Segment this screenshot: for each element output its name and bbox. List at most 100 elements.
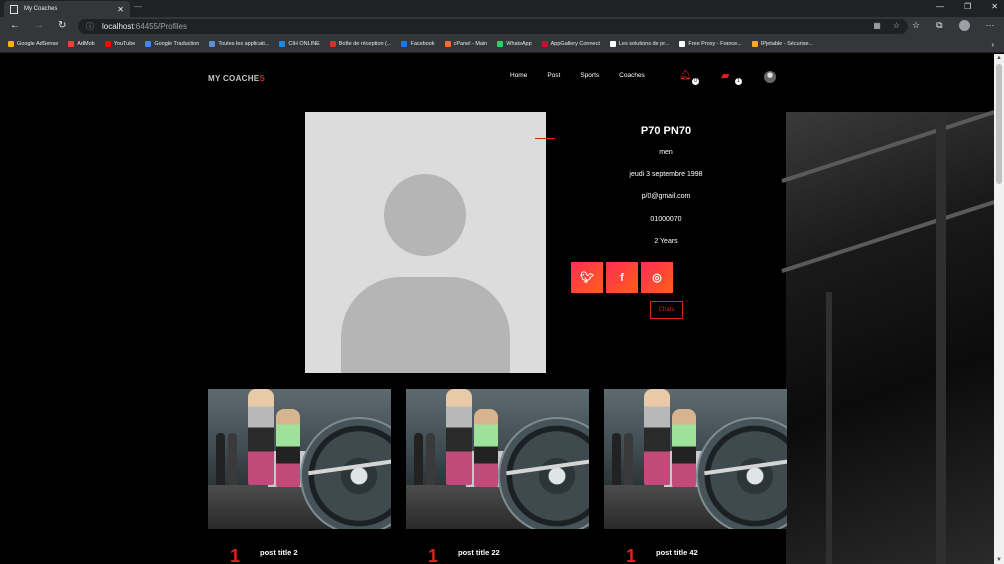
bookmark-label: Free Proxy - France... bbox=[688, 41, 742, 47]
back-icon[interactable]: ← bbox=[10, 20, 20, 31]
post-card[interactable]: 1 post title 2 bbox=[208, 389, 391, 564]
profile-birthdate: jeudi 3 septembre 1998 bbox=[629, 171, 703, 178]
gym-background-image bbox=[781, 105, 994, 564]
message-badge: 1 bbox=[735, 78, 742, 85]
profile-name: P70 PN70 bbox=[640, 125, 692, 137]
post-title[interactable]: post title 2 bbox=[260, 548, 298, 557]
facebook-button[interactable]: f bbox=[606, 262, 638, 293]
post-image[interactable] bbox=[406, 389, 589, 529]
more-bookmarks-icon[interactable]: › bbox=[991, 40, 994, 49]
scroll-thumb[interactable] bbox=[996, 64, 1002, 184]
nav-sports[interactable]: Sports bbox=[580, 72, 599, 79]
bookmark-favicon-icon bbox=[444, 41, 451, 47]
browser-profile-avatar[interactable] bbox=[958, 20, 970, 31]
url-input[interactable]: ⓘ localhost :64455/Profiles ▦ ☆ bbox=[78, 19, 908, 34]
more-menu-icon[interactable]: ··· bbox=[986, 20, 995, 31]
nav-post[interactable]: Post bbox=[547, 72, 560, 79]
bookmark-label: WhatsApp bbox=[506, 41, 532, 47]
url-path: :64455/Profiles bbox=[133, 22, 187, 31]
bookmark-item[interactable]: YouTube bbox=[104, 41, 135, 47]
logo-accent: S bbox=[259, 74, 266, 83]
new-tab-button[interactable]: — bbox=[134, 2, 142, 11]
bookmark-favicon-icon bbox=[679, 41, 686, 47]
bookmark-item[interactable]: Facebook bbox=[401, 41, 435, 47]
bookmark-favicon-icon bbox=[541, 41, 548, 47]
bookmark-favicon-icon bbox=[279, 41, 286, 47]
tab-my-coaches[interactable]: My Coaches ✕ bbox=[4, 1, 130, 17]
main-nav: Home Post Sports Coaches bbox=[510, 72, 645, 79]
bookmark-favicon-icon bbox=[68, 41, 75, 47]
bookmark-item[interactable]: WhatsApp bbox=[497, 41, 532, 47]
bookmark-label: Boîte de réception (... bbox=[338, 41, 392, 47]
read-aloud-icon[interactable]: ▦ bbox=[873, 21, 881, 30]
message-icon[interactable]: ▰ bbox=[721, 69, 729, 82]
nav-coaches[interactable]: Coaches bbox=[619, 72, 645, 79]
bookmark-favicon-icon bbox=[104, 41, 111, 47]
bookmark-item[interactable]: CIH ONLINE bbox=[279, 41, 320, 47]
profile-gender: men bbox=[659, 149, 673, 156]
forward-icon[interactable]: → bbox=[34, 20, 44, 31]
bookmark-favicon-icon bbox=[145, 41, 152, 47]
close-window-icon[interactable]: ✕ bbox=[991, 2, 998, 11]
bookmark-item[interactable]: cPanel - Main bbox=[444, 41, 487, 47]
site-logo[interactable]: MY COACHES bbox=[208, 74, 265, 83]
tab-title: My Coaches bbox=[24, 6, 58, 12]
favorite-star-icon[interactable]: ☆ bbox=[893, 21, 900, 30]
post-card[interactable]: 1 post title 42 bbox=[604, 389, 787, 564]
twitter-button[interactable]: 🐦︎ bbox=[571, 262, 603, 293]
bookmark-label: AdMob bbox=[77, 41, 95, 47]
bookmark-item[interactable]: AppGallery Connect bbox=[541, 41, 600, 47]
address-bar-row: ← → ↻ ⓘ localhost :64455/Profiles ▦ ☆ ☆ … bbox=[0, 17, 1004, 36]
bookmark-label: CIH ONLINE bbox=[288, 41, 320, 47]
post-title[interactable]: post title 22 bbox=[458, 548, 500, 557]
post-number: 1 bbox=[428, 546, 439, 564]
bookmark-label: AppGallery Connect bbox=[550, 41, 600, 47]
bookmark-label: Les solutions de pr... bbox=[618, 41, 670, 47]
post-card[interactable]: 1 post title 22 bbox=[406, 389, 589, 564]
url-host: localhost bbox=[102, 22, 134, 31]
bookmark-favicon-icon bbox=[8, 41, 14, 47]
post-title[interactable]: post title 42 bbox=[656, 548, 698, 557]
instagram-icon: ◎ bbox=[652, 272, 662, 284]
page-scrollbar[interactable]: ▲ ▼ bbox=[994, 54, 1004, 564]
profile-phone: 01000070 bbox=[650, 216, 682, 223]
nav-buttons: ← → ↻ bbox=[10, 20, 66, 31]
close-tab-icon[interactable]: ✕ bbox=[117, 5, 124, 14]
bookmark-label: Toutes les applicati... bbox=[218, 41, 270, 47]
bookmark-favicon-icon bbox=[209, 41, 216, 47]
profile-experience: 2 Years bbox=[654, 238, 678, 245]
bookmark-item[interactable]: IPjetable - Sécurise... bbox=[751, 41, 813, 47]
collections-icon[interactable]: ⧉ bbox=[936, 20, 942, 31]
url-actions: ▦ ☆ bbox=[873, 21, 900, 30]
favorites-icon[interactable]: ☆ bbox=[912, 20, 920, 31]
bookmark-item[interactable]: AdMob bbox=[68, 41, 95, 47]
minimize-icon[interactable]: — bbox=[936, 2, 944, 11]
page-icon bbox=[10, 4, 18, 14]
facebook-icon: f bbox=[620, 271, 624, 284]
bookmark-item[interactable]: Les solutions de pr... bbox=[609, 41, 670, 47]
bookmark-item[interactable]: Free Proxy - France... bbox=[679, 41, 742, 47]
bookmark-item[interactable]: Google AdSense bbox=[8, 41, 58, 47]
bookmark-item[interactable]: Google Traduction bbox=[145, 41, 199, 47]
post-image[interactable] bbox=[208, 389, 391, 529]
logo-text: MY COACHE bbox=[208, 74, 260, 83]
bell-icon[interactable]: 🔔︎ bbox=[679, 70, 692, 81]
chats-button[interactable]: Chats bbox=[650, 301, 683, 319]
post-image[interactable] bbox=[604, 389, 787, 529]
bookmark-favicon-icon bbox=[751, 41, 758, 47]
bookmark-item[interactable]: Boîte de réception (... bbox=[329, 41, 392, 47]
user-avatar[interactable] bbox=[764, 71, 776, 83]
profile-photo bbox=[305, 112, 546, 373]
scroll-up-icon[interactable]: ▲ bbox=[996, 55, 1002, 61]
restore-icon[interactable]: ❐ bbox=[964, 2, 971, 11]
nav-home[interactable]: Home bbox=[510, 72, 527, 79]
instagram-button[interactable]: ◎ bbox=[641, 262, 673, 293]
bookmark-label: Google AdSense bbox=[17, 41, 59, 47]
site-info-icon[interactable]: ⓘ bbox=[86, 21, 94, 32]
bookmark-favicon-icon bbox=[401, 41, 408, 47]
notification-badge: 0 bbox=[692, 78, 699, 85]
scroll-down-icon[interactable]: ▼ bbox=[996, 557, 1002, 563]
refresh-icon[interactable]: ↻ bbox=[58, 20, 66, 31]
bookmark-item[interactable]: Toutes les applicati... bbox=[209, 41, 269, 47]
avatar-head-shape bbox=[384, 174, 466, 256]
